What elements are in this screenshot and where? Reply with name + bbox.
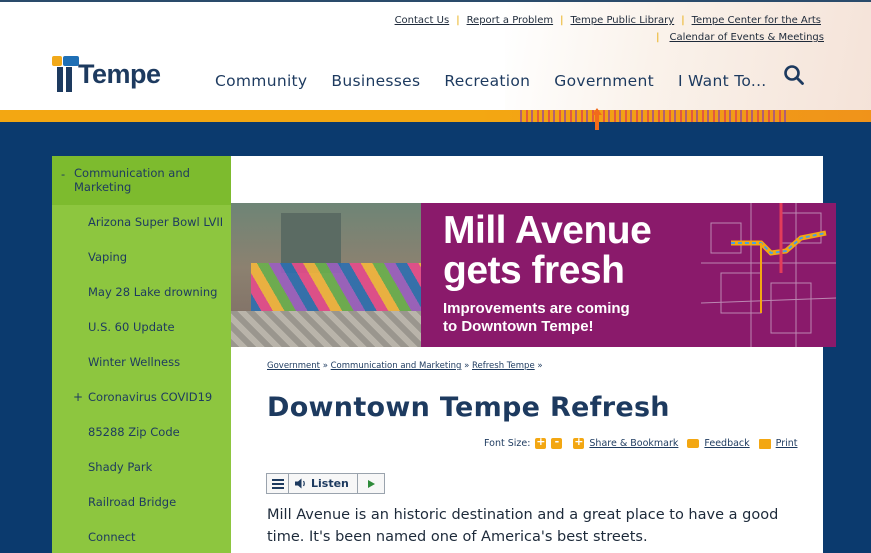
nav-recreation[interactable]: Recreation: [444, 72, 530, 90]
expand-marker: +: [73, 390, 84, 404]
play-icon: [367, 479, 375, 488]
readspeaker-player: Listen: [266, 473, 385, 494]
print-link[interactable]: Print: [776, 438, 798, 449]
sidebar-item-covid19[interactable]: + Coronavirus COVID19: [52, 380, 231, 415]
play-button[interactable]: [358, 474, 384, 493]
breadcrumb-separator: »: [322, 361, 328, 371]
page-tools: Font Size: + - + Share & Bookmark Feedba…: [484, 435, 798, 449]
increase-font-button[interactable]: +: [535, 435, 547, 449]
decrease-font-button[interactable]: -: [551, 435, 563, 449]
active-nav-arrow-stem: [595, 114, 599, 130]
print-icon[interactable]: [758, 438, 771, 449]
banner-title-line1: Mill Avenue: [443, 209, 652, 252]
sidebar-item-connect[interactable]: Connect: [52, 520, 231, 553]
banner-map-graphic: [701, 203, 836, 347]
main-nav: Community Businesses Recreation Governme…: [215, 72, 767, 90]
util-separator: |: [681, 15, 685, 26]
banner-title: Mill Avenue gets fresh: [443, 209, 652, 292]
active-nav-arrow-icon: [592, 108, 602, 115]
share-icon[interactable]: +: [573, 435, 585, 449]
sidebar-header-label: Communication and Marketing: [74, 166, 190, 194]
report-problem-link[interactable]: Report a Problem: [467, 15, 554, 26]
sidebar-item-label: 85288 Zip Code: [88, 425, 180, 439]
tempe-logo[interactable]: Tempe: [52, 52, 161, 92]
breadcrumb: Government » Communication and Marketing…: [267, 361, 543, 371]
sidebar-item-label: Arizona Super Bowl LVII: [88, 215, 224, 229]
share-bookmark-link[interactable]: Share & Bookmark: [589, 438, 678, 449]
sidebar-item-label: Winter Wellness: [88, 355, 181, 369]
sidebar-item-vaping[interactable]: Vaping: [52, 240, 231, 275]
collapse-marker: -: [61, 167, 66, 181]
intro-paragraph: Mill Avenue is an historic destination a…: [267, 507, 779, 545]
breadcrumb-refresh-tempe[interactable]: Refresh Tempe: [472, 361, 535, 371]
sidebar-item-railroad-bridge[interactable]: Railroad Bridge: [52, 485, 231, 520]
sidebar-item-winter-wellness[interactable]: Winter Wellness: [52, 345, 231, 380]
sidebar-item-label: Railroad Bridge: [88, 495, 177, 509]
sidebar-item-label: Vaping: [88, 250, 128, 264]
logo-text: Tempe: [78, 59, 161, 89]
banner-photo: [231, 203, 421, 347]
library-link[interactable]: Tempe Public Library: [570, 15, 674, 26]
breadcrumb-government[interactable]: Government: [267, 361, 320, 371]
arts-center-link[interactable]: Tempe Center for the Arts: [692, 15, 821, 26]
search-icon[interactable]: [783, 64, 805, 86]
sidebar-item-super-bowl[interactable]: Arizona Super Bowl LVII: [52, 205, 231, 240]
site-header: Contact Us | Report a Problem | Tempe Public…: [0, 0, 871, 112]
header-accent-stripes: [520, 110, 790, 122]
util-separator: |: [560, 15, 564, 26]
sidebar-item-label: Coronavirus COVID19: [88, 390, 213, 404]
mill-avenue-banner: Mill Avenue gets fresh Improvements are …: [231, 203, 836, 347]
sidebar-item-lake-drowning[interactable]: May 28 Lake drowning: [52, 275, 231, 310]
feedback-icon[interactable]: [687, 439, 700, 448]
minus-icon: -: [554, 435, 560, 448]
banner-subtitle: Improvements are coming to Downtown Temp…: [443, 300, 630, 336]
banner-title-line2: gets fresh: [443, 249, 625, 292]
logo-mark-icon: [52, 56, 82, 92]
breadcrumb-communication[interactable]: Communication and Marketing: [331, 361, 462, 371]
calendar-link[interactable]: Calendar of Events & Meetings: [669, 32, 824, 43]
util-separator: |: [456, 15, 460, 26]
sidebar-item-label: Shady Park: [88, 460, 153, 474]
sidebar: - Communication and Marketing Arizona Su…: [52, 156, 231, 553]
banner-sub-line1: Improvements are coming: [443, 300, 630, 317]
plus-icon: +: [536, 435, 546, 448]
feedback-link[interactable]: Feedback: [704, 438, 749, 449]
nav-government[interactable]: Government: [554, 72, 654, 90]
util-separator: |: [656, 32, 660, 43]
banner-sub-line2: to Downtown Tempe!: [443, 318, 594, 335]
sidebar-item-label: U.S. 60 Update: [88, 320, 175, 334]
speaker-icon: [295, 478, 305, 489]
nav-community[interactable]: Community: [215, 72, 307, 90]
hamburger-icon: [271, 478, 284, 489]
page-title: Downtown Tempe Refresh: [267, 392, 670, 423]
listen-label: Listen: [311, 477, 349, 490]
sidebar-item-label: Connect: [88, 530, 136, 544]
nav-i-want-to[interactable]: I Want To...: [678, 72, 767, 90]
sidebar-item-label: May 28 Lake drowning: [88, 285, 218, 299]
breadcrumb-separator: »: [464, 361, 470, 371]
sidebar-item-zip-code[interactable]: 85288 Zip Code: [52, 415, 231, 450]
contact-us-link[interactable]: Contact Us: [395, 15, 450, 26]
utility-nav-row2: | Calendar of Events & Meetings: [656, 32, 824, 43]
menu-button[interactable]: [267, 474, 289, 493]
utility-nav: Contact Us | Report a Problem | Tempe Public…: [395, 15, 821, 26]
listen-button[interactable]: Listen: [289, 474, 358, 493]
sidebar-item-shady-park[interactable]: Shady Park: [52, 450, 231, 485]
nav-businesses[interactable]: Businesses: [331, 72, 420, 90]
sidebar-header[interactable]: - Communication and Marketing: [52, 156, 231, 205]
font-size-label: Font Size:: [484, 438, 531, 449]
sidebar-item-us60[interactable]: U.S. 60 Update: [52, 310, 231, 345]
breadcrumb-separator: »: [537, 361, 543, 371]
